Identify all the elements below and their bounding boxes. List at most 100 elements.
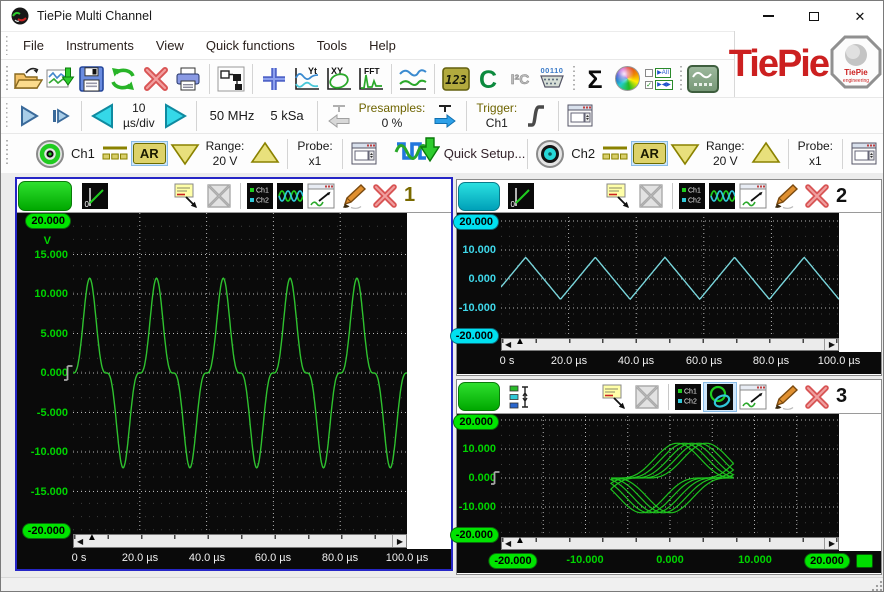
trigger-level-marker[interactable] — [490, 470, 502, 486]
resize-grip[interactable] — [872, 580, 883, 591]
ch1-settings-button[interactable] — [349, 138, 379, 170]
save-image-button[interactable] — [45, 63, 75, 95]
close-button[interactable]: ✕ — [837, 1, 883, 31]
ch1-connector-button[interactable] — [34, 138, 66, 170]
yt-graph-button[interactable]: Yt — [291, 63, 321, 95]
presamples-increase-button[interactable] — [430, 100, 460, 132]
graph1-channel-color-block[interactable] — [18, 181, 72, 211]
ch1-autorange-button[interactable]: AR — [133, 143, 166, 164]
add-graph-button[interactable] — [259, 63, 289, 95]
menu-instruments[interactable]: Instruments — [55, 34, 145, 57]
maximize-button[interactable] — [791, 1, 837, 31]
waveforms-button[interactable] — [398, 63, 428, 95]
open-in-window-icon[interactable] — [739, 384, 767, 410]
serial-port-button[interactable]: 00110 — [537, 63, 567, 95]
timebase-slower-button[interactable] — [88, 100, 118, 132]
trigger-slope-button[interactable] — [522, 100, 552, 132]
menu-quick-functions[interactable]: Quick functions — [195, 34, 306, 57]
minimize-button[interactable] — [745, 1, 791, 31]
scroll-left-icon[interactable]: ◀ — [77, 535, 83, 547]
comment-icon[interactable] — [172, 182, 200, 210]
ch1-coupling-button[interactable] — [100, 138, 130, 170]
instrument-button[interactable] — [687, 63, 719, 95]
trigger-position-marker[interactable]: ▲ — [515, 536, 525, 546]
meter-button[interactable]: 123 — [441, 63, 471, 95]
close-graph-icon[interactable] — [803, 384, 831, 410]
scroll-left-icon[interactable]: ◀ — [505, 339, 511, 350]
y-axis-min-pill[interactable]: -20.000 — [450, 527, 499, 543]
y-axis-max-pill[interactable]: 20.000 — [25, 213, 71, 229]
axes-setup-icon[interactable]: 0 — [508, 183, 534, 209]
graph-panel-3[interactable]: Ch1Ch2 3 20.000 10.000 0.000 -10.000 -20… — [456, 379, 882, 575]
color-settings-button[interactable] — [612, 63, 642, 95]
y-axis-min-pill[interactable]: -20.000 — [450, 328, 499, 344]
legend-icon[interactable]: Ch1Ch2 — [247, 183, 273, 209]
xy-graph-button[interactable]: XY — [323, 63, 353, 95]
i2c-button[interactable]: I²C — [505, 63, 535, 95]
graph3-scrollbar[interactable]: ◀ ▲ ▶ — [501, 537, 839, 550]
menu-help[interactable]: Help — [358, 34, 407, 57]
graph-panel-2[interactable]: 0 Ch1Ch2 2 20.000 10.000 0.000 -10.000 -… — [456, 179, 882, 376]
ch1-range-down-button[interactable] — [169, 138, 201, 170]
x-axis-min-pill[interactable]: -20.000 — [488, 553, 537, 569]
ch2-coupling-button[interactable] — [600, 138, 630, 170]
save-button[interactable] — [77, 63, 107, 95]
graph2-y-axis[interactable]: 20.000 10.000 0.000 -10.000 -20.000 — [457, 213, 501, 352]
trigger-position-marker[interactable]: ▲ — [515, 337, 525, 347]
menu-tools[interactable]: Tools — [306, 34, 358, 57]
graph3-x-axis[interactable]: -20.000 -10.000 0.000 10.000 20.000 — [457, 551, 881, 573]
comment-icon[interactable] — [600, 383, 628, 411]
menu-file[interactable]: File — [12, 34, 55, 57]
timebase-faster-button[interactable] — [160, 100, 190, 132]
menu-view[interactable]: View — [145, 34, 195, 57]
one-shot-button[interactable] — [45, 100, 75, 132]
yt-mode-icon[interactable] — [277, 183, 303, 209]
open-file-button[interactable] — [13, 63, 43, 95]
y-axis-min-pill[interactable]: -20.000 — [22, 523, 71, 539]
close-graph-icon[interactable] — [371, 183, 399, 209]
graph2-plot[interactable] — [501, 213, 839, 337]
graph-panel-1[interactable]: 0 Ch1Ch2 1 20.000 V 15.000 10.000 5.000 … — [15, 177, 453, 571]
scroll-right-icon[interactable]: ▶ — [392, 535, 403, 547]
delete-button[interactable] — [141, 63, 171, 95]
scroll-right-icon[interactable]: ▶ — [824, 339, 835, 350]
comment-icon[interactable] — [604, 182, 632, 210]
ch2-range-up-button[interactable] — [750, 138, 782, 170]
x-axis-max-pill[interactable]: 20.000 — [804, 553, 850, 569]
ch1-range-up-button[interactable] — [249, 138, 281, 170]
fft-graph-button[interactable]: FFT — [355, 63, 385, 95]
pen-icon[interactable] — [771, 183, 799, 209]
refresh-button[interactable] — [109, 63, 139, 95]
trigger-settings-button[interactable] — [565, 100, 595, 132]
pen-icon[interactable] — [771, 384, 799, 410]
scroll-left-icon[interactable]: ◀ — [505, 538, 511, 549]
scroll-right-icon[interactable]: ▶ — [824, 538, 835, 549]
pen-icon[interactable] — [339, 183, 367, 209]
ch2-autorange-button[interactable]: AR — [633, 143, 666, 164]
legend-icon[interactable]: Ch1Ch2 — [679, 183, 705, 209]
presamples-decrease-button[interactable] — [324, 100, 354, 132]
quick-setup-button[interactable]: Quick Setup... — [394, 138, 526, 170]
object-tree-button[interactable] — [216, 63, 246, 95]
ch2-connector-button[interactable] — [534, 138, 566, 170]
close-graph-icon[interactable] — [803, 183, 831, 209]
open-in-window-icon[interactable] — [739, 183, 767, 209]
graph2-channel-color-block[interactable] — [458, 182, 500, 211]
ch2-range-down-button[interactable] — [669, 138, 701, 170]
axes-setup-icon[interactable]: 0 — [82, 183, 108, 209]
trigger-level-marker[interactable] — [63, 364, 75, 382]
trigger-position-marker[interactable]: ▲ — [87, 533, 97, 543]
ch2-settings-button[interactable] — [849, 138, 879, 170]
start-measurement-button[interactable] — [13, 100, 43, 132]
sources-setup-icon[interactable] — [508, 384, 534, 410]
x-axis-channel-chip[interactable] — [856, 554, 873, 568]
print-button[interactable] — [173, 63, 203, 95]
yt-mode-icon[interactable] — [709, 183, 735, 209]
can-bus-button[interactable]: C — [473, 63, 503, 95]
graph3-channel-color-block[interactable] — [458, 382, 500, 411]
legend-icon[interactable]: Ch1Ch2 — [675, 384, 701, 410]
graph1-plot[interactable] — [73, 213, 407, 533]
graph2-scrollbar[interactable]: ◀ ▲ ▶ — [501, 338, 839, 351]
y-axis-max-pill[interactable]: 20.000 — [453, 214, 499, 230]
open-in-window-icon[interactable] — [307, 183, 335, 209]
